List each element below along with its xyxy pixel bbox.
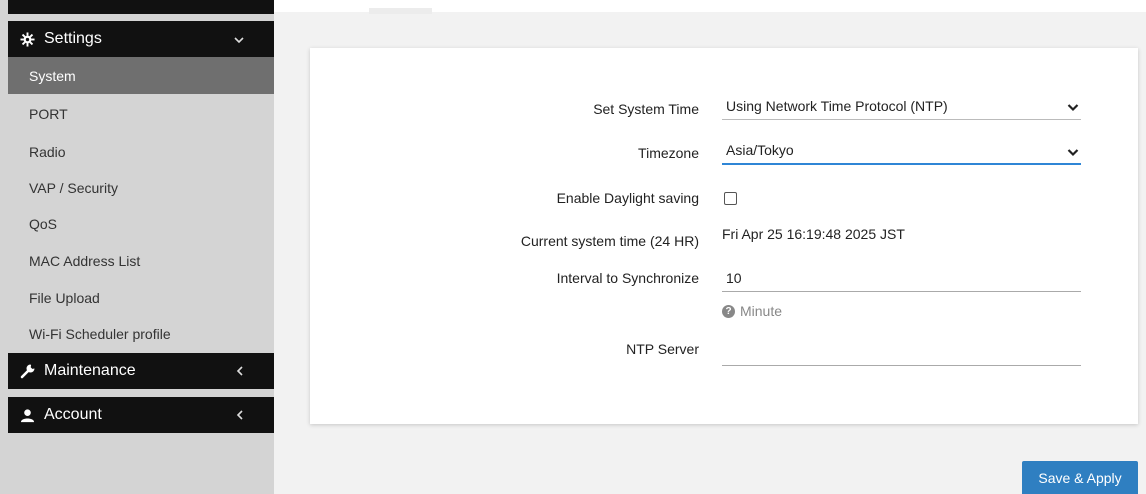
current-time-label: Current system time (24 HR) [520, 233, 699, 249]
settings-menu-header[interactable]: Settings [8, 21, 274, 57]
set-system-time-label: Set System Time [593, 101, 699, 117]
interval-label: Interval to Synchronize [556, 270, 699, 286]
settings-label: Settings [44, 30, 102, 47]
chevron-left-icon [236, 363, 244, 379]
top-tab[interactable] [369, 8, 432, 14]
account-label: Account [44, 406, 102, 423]
sidebar-item-qos[interactable]: QoS [8, 205, 274, 242]
timezone-select[interactable]: Asia/Tokyo [722, 137, 1081, 165]
ntp-server-label: NTP Server [626, 341, 699, 357]
set-system-time-value: Using Network Time Protocol (NTP) [726, 97, 948, 114]
sidebar-item-label: VAP / Security [29, 179, 118, 196]
timezone-value: Asia/Tokyo [726, 142, 794, 158]
sidebar-item-wifi-scheduler-profile[interactable]: Wi-Fi Scheduler profile [8, 315, 274, 352]
sidebar-item-vap-security[interactable]: VAP / Security [8, 169, 274, 206]
interval-input[interactable]: 10 [722, 264, 1081, 292]
maintenance-menu-header[interactable]: Maintenance [8, 353, 274, 389]
sidebar-item-label: System [29, 67, 76, 84]
wrench-icon [20, 363, 40, 379]
ntp-server-input[interactable] [722, 338, 1081, 366]
sidebar-item-label: Wi-Fi Scheduler profile [29, 325, 171, 342]
set-system-time-select[interactable]: Using Network Time Protocol (NTP) [722, 92, 1081, 120]
chevron-left-icon [236, 407, 244, 423]
gear-icon [20, 31, 40, 47]
question-circle-icon: ? [722, 304, 735, 318]
system-settings-card: Set System Time Using Network Time Proto… [310, 48, 1138, 424]
sidebar-item-radio[interactable]: Radio [8, 133, 274, 170]
sidebar-item-port[interactable]: PORT [8, 95, 274, 132]
sidebar-top-strip [8, 0, 274, 14]
sidebar-item-label: QoS [29, 215, 58, 232]
account-menu-header[interactable]: Account [8, 397, 274, 433]
sidebar-item-file-upload[interactable]: File Upload [8, 279, 274, 316]
sidebar-item-mac-address-list[interactable]: MAC Address List [8, 242, 274, 279]
interval-value: 10 [726, 269, 742, 286]
maintenance-label: Maintenance [44, 362, 136, 379]
interval-unit-text: Minute [740, 303, 783, 319]
current-time-value: Fri Apr 25 16:19:48 2025 JST [722, 226, 905, 242]
sidebar-item-label: Radio [29, 143, 66, 160]
chevron-down-icon [1067, 99, 1079, 115]
sidebar-item-label: PORT [29, 105, 68, 122]
sidebar: Settings System PORT Radio VAP / Securit… [0, 0, 274, 494]
timezone-label: Timezone [638, 145, 699, 161]
sidebar-item-label: File Upload [29, 289, 100, 306]
daylight-saving-checkbox[interactable] [724, 192, 737, 205]
sidebar-item-label: MAC Address List [29, 252, 141, 269]
chevron-down-icon [234, 31, 244, 47]
user-icon [20, 408, 40, 423]
chevron-down-icon [1067, 144, 1079, 160]
sidebar-item-system[interactable]: System [8, 57, 274, 94]
daylight-saving-label: Enable Daylight saving [556, 190, 699, 206]
save-apply-button[interactable]: Save & Apply [1022, 461, 1138, 494]
interval-help: ? Minute [722, 303, 782, 319]
